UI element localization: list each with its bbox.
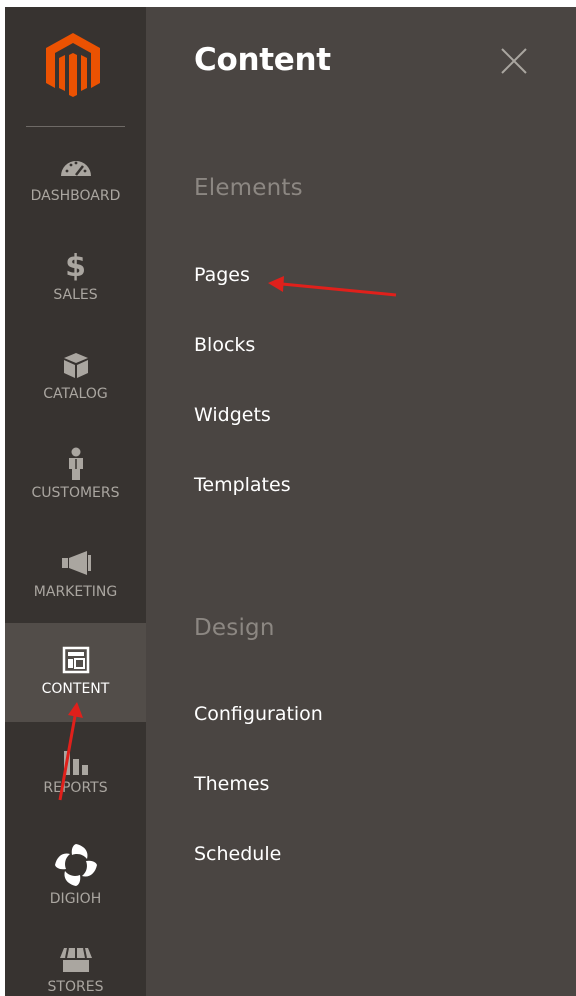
menu-link-configuration[interactable]: Configuration: [194, 703, 323, 725]
nav-item-digioh[interactable]: DIGIOH: [5, 821, 146, 920]
megaphone-icon: [59, 546, 93, 580]
nav-item-sales[interactable]: $ SALES: [5, 229, 146, 328]
close-button[interactable]: [500, 47, 528, 75]
admin-sidebar: DASHBOARD $ SALES CATALOG CUSTOMERS MARK…: [5, 7, 146, 996]
section-title-design: Design: [194, 615, 275, 641]
menu-link-blocks[interactable]: Blocks: [194, 334, 255, 356]
content-flyout-panel: Content Elements Pages Blocks Widgets Te…: [146, 7, 576, 996]
close-icon: [501, 48, 527, 74]
section-title-elements: Elements: [194, 175, 303, 201]
nav-label-sales: SALES: [53, 287, 98, 303]
nav-item-dashboard[interactable]: DASHBOARD: [5, 130, 146, 229]
magento-logo[interactable]: [42, 29, 104, 101]
storefront-icon: [58, 945, 94, 975]
nav-label-marketing: MARKETING: [33, 584, 118, 600]
admin-frame: DASHBOARD $ SALES CATALOG CUSTOMERS MARK…: [5, 7, 576, 996]
nav-label-dashboard: DASHBOARD: [30, 188, 121, 204]
person-icon: [65, 447, 87, 481]
nav-item-stores[interactable]: STORES: [5, 929, 146, 996]
logo-divider: [26, 126, 125, 127]
nav-item-reports[interactable]: REPORTS: [5, 722, 146, 821]
menu-link-schedule[interactable]: Schedule: [194, 843, 281, 865]
menu-link-templates[interactable]: Templates: [194, 474, 291, 496]
menu-link-widgets[interactable]: Widgets: [194, 404, 271, 426]
nav-label-catalog: CATALOG: [43, 386, 108, 402]
panel-title: Content: [194, 42, 331, 78]
menu-link-themes[interactable]: Themes: [194, 773, 269, 795]
digioh-logo-icon: [53, 843, 99, 887]
bar-chart-icon: [61, 742, 91, 776]
nav-item-catalog[interactable]: CATALOG: [5, 328, 146, 427]
nav-label-content: CONTENT: [41, 681, 110, 697]
nav-label-reports: REPORTS: [43, 780, 108, 796]
menu-link-pages[interactable]: Pages: [194, 264, 250, 286]
nav-label-stores: STORES: [47, 979, 104, 995]
layout-icon: [62, 643, 90, 677]
dashboard-gauge-icon: [59, 150, 93, 184]
nav-label-customers: CUSTOMERS: [31, 485, 120, 501]
nav-item-customers[interactable]: CUSTOMERS: [5, 427, 146, 526]
nav-item-marketing[interactable]: MARKETING: [5, 526, 146, 625]
nav-item-content[interactable]: CONTENT: [5, 623, 146, 722]
nav-label-digioh: DIGIOH: [49, 891, 102, 907]
magento-logo-icon: [46, 33, 100, 97]
box-icon: [61, 348, 91, 382]
dollar-icon: $: [65, 248, 86, 284]
